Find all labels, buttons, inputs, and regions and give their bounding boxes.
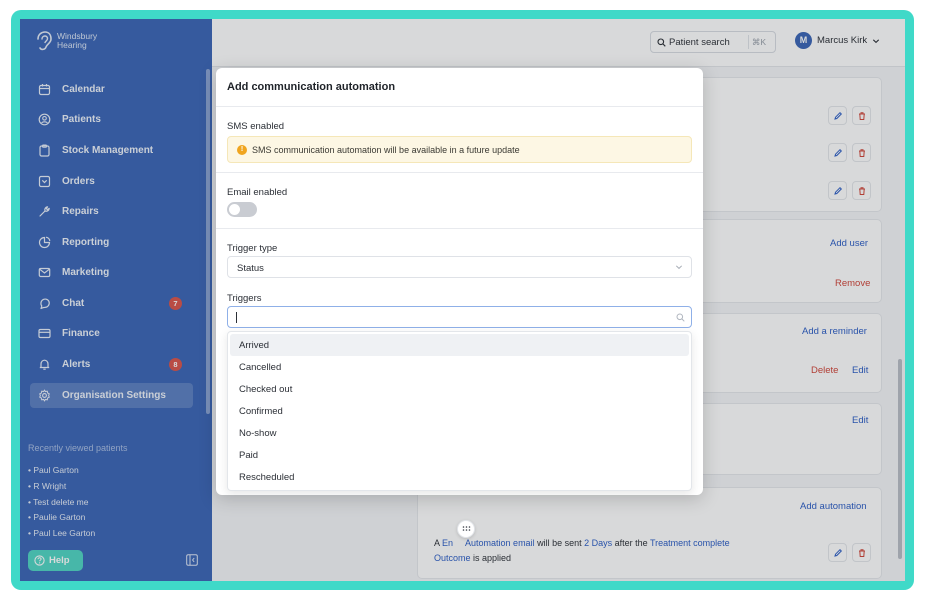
- email-enabled-toggle[interactable]: [227, 202, 257, 217]
- trigger-type-label: Trigger type: [227, 243, 278, 254]
- chevron-down-icon: [675, 265, 683, 270]
- email-enabled-label: Email enabled: [227, 187, 288, 198]
- trigger-option-paid[interactable]: Paid: [230, 444, 689, 466]
- trigger-option-rescheduled[interactable]: Rescheduled: [230, 466, 689, 488]
- trigger-option-confirmed[interactable]: Confirmed: [230, 400, 689, 422]
- triggers-dropdown: Arrived Cancelled Checked out Confirmed …: [227, 331, 692, 491]
- option-label: Checked out: [239, 384, 293, 395]
- option-label: Rescheduled: [239, 472, 295, 483]
- divider: [216, 106, 703, 107]
- trigger-type-value: Status: [237, 263, 264, 274]
- text-caret: [236, 312, 237, 323]
- search-icon: [676, 313, 685, 322]
- warning-icon: !: [237, 145, 247, 155]
- option-label: Arrived: [239, 340, 270, 351]
- triggers-label: Triggers: [227, 293, 262, 304]
- trigger-option-cancelled[interactable]: Cancelled: [230, 356, 689, 378]
- divider: [216, 172, 703, 173]
- grip-dots-icon: [462, 526, 471, 531]
- sms-enabled-label: SMS enabled: [227, 121, 285, 132]
- modal-title: Add communication automation: [227, 81, 396, 93]
- option-label: Cancelled: [239, 362, 282, 373]
- triggers-search-input[interactable]: [227, 306, 692, 328]
- divider: [216, 228, 703, 229]
- trigger-option-arrived[interactable]: Arrived: [230, 334, 689, 356]
- toggle-knob: [229, 204, 240, 215]
- window-frame: Windsbury Hearing Calendar Patients Stoc…: [11, 10, 914, 590]
- trigger-type-select[interactable]: Status: [227, 256, 692, 278]
- trigger-option-no-show[interactable]: No-show: [230, 422, 689, 444]
- trigger-option-checked-out[interactable]: Checked out: [230, 378, 689, 400]
- option-label: No-show: [239, 428, 277, 439]
- drag-handle[interactable]: [457, 520, 475, 538]
- add-communication-automation-modal: Add communication automation SMS enabled…: [216, 68, 703, 495]
- option-label: Confirmed: [239, 406, 283, 417]
- option-label: Paid: [239, 450, 259, 461]
- sms-notice-text: SMS communication automation will be ava…: [252, 145, 520, 155]
- app-window: Windsbury Hearing Calendar Patients Stoc…: [20, 19, 905, 581]
- sms-notice: ! SMS communication automation will be a…: [227, 136, 692, 163]
